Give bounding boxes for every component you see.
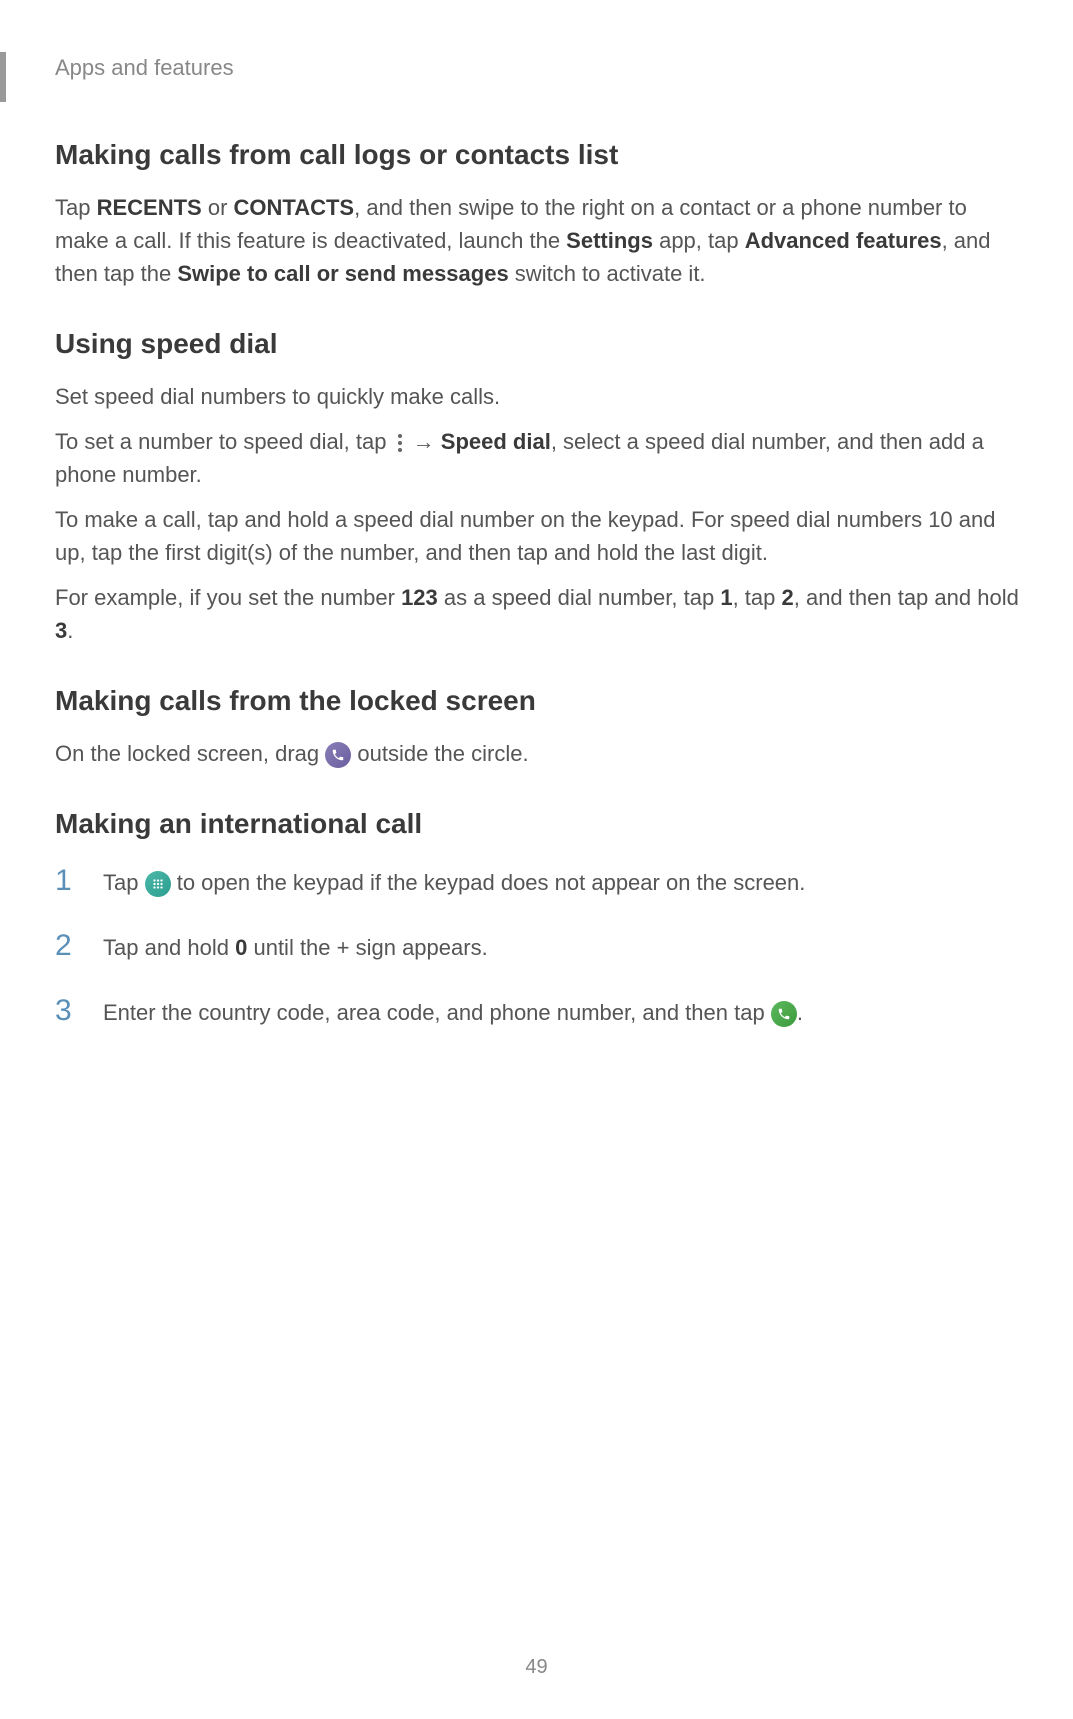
phone-icon bbox=[325, 742, 351, 768]
text: app, tap bbox=[653, 228, 745, 253]
step-2-text: Tap and hold 0 until the + sign appears. bbox=[103, 931, 1023, 964]
bold-2: 2 bbox=[781, 585, 793, 610]
text: Tap and hold bbox=[103, 935, 235, 960]
paragraph-locked-screen: On the locked screen, drag outside the c… bbox=[55, 737, 1023, 770]
heading-speed-dial: Using speed dial bbox=[55, 328, 1023, 360]
paragraph-speed-dial-2: To set a number to speed dial, tap → Spe… bbox=[55, 425, 1023, 491]
keypad-icon bbox=[145, 871, 171, 897]
bold-advanced: Advanced features bbox=[745, 228, 942, 253]
heading-locked-screen: Making calls from the locked screen bbox=[55, 685, 1023, 717]
bold-settings: Settings bbox=[566, 228, 653, 253]
breadcrumb: Apps and features bbox=[55, 55, 1023, 81]
bold-123: 123 bbox=[401, 585, 438, 610]
text: To set a number to speed dial, tap bbox=[55, 429, 393, 454]
heading-international: Making an international call bbox=[55, 808, 1023, 840]
paragraph-speed-dial-4: For example, if you set the number 123 a… bbox=[55, 581, 1023, 647]
steps-list: 1 Tap to open the keypad if the keypad d… bbox=[55, 864, 1023, 1029]
bold-3: 3 bbox=[55, 618, 67, 643]
text: Tap bbox=[103, 870, 145, 895]
text: until the + sign appears. bbox=[247, 935, 487, 960]
step-number-1: 1 bbox=[55, 864, 95, 898]
step-2: 2 Tap and hold 0 until the + sign appear… bbox=[55, 929, 1023, 964]
bold-1: 1 bbox=[720, 585, 732, 610]
text: outside the circle. bbox=[351, 741, 528, 766]
text: as a speed dial number, tap bbox=[438, 585, 721, 610]
text: Tap bbox=[55, 195, 97, 220]
step-number-2: 2 bbox=[55, 929, 95, 963]
step-3: 3 Enter the country code, area code, and… bbox=[55, 994, 1023, 1029]
text: . bbox=[797, 1000, 803, 1025]
text: , tap bbox=[733, 585, 782, 610]
paragraph-speed-dial-3: To make a call, tap and hold a speed dia… bbox=[55, 503, 1023, 569]
side-accent-bar bbox=[0, 52, 6, 102]
call-icon bbox=[771, 1001, 797, 1027]
step-1: 1 Tap to open the keypad if the keypad d… bbox=[55, 864, 1023, 899]
text: For example, if you set the number bbox=[55, 585, 401, 610]
text: Enter the country code, area code, and p… bbox=[103, 1000, 771, 1025]
step-1-text: Tap to open the keypad if the keypad doe… bbox=[103, 866, 1023, 899]
bold-swipe: Swipe to call or send messages bbox=[177, 261, 508, 286]
paragraph-call-logs: Tap RECENTS or CONTACTS, and then swipe … bbox=[55, 191, 1023, 290]
bold-recents: RECENTS bbox=[97, 195, 202, 220]
text: On the locked screen, drag bbox=[55, 741, 325, 766]
step-3-text: Enter the country code, area code, and p… bbox=[103, 996, 1023, 1029]
more-options-icon bbox=[393, 432, 407, 454]
text: or bbox=[202, 195, 234, 220]
bold-0: 0 bbox=[235, 935, 247, 960]
heading-call-logs: Making calls from call logs or contacts … bbox=[55, 139, 1023, 171]
text: . bbox=[67, 618, 73, 643]
paragraph-speed-dial-1: Set speed dial numbers to quickly make c… bbox=[55, 380, 1023, 413]
bold-speed-dial: Speed dial bbox=[441, 429, 551, 454]
page-number: 49 bbox=[525, 1656, 547, 1679]
text: , and then tap and hold bbox=[794, 585, 1019, 610]
text: to open the keypad if the keypad does no… bbox=[171, 870, 806, 895]
bold-contacts: CONTACTS bbox=[234, 195, 355, 220]
step-number-3: 3 bbox=[55, 994, 95, 1028]
arrow: → bbox=[407, 429, 441, 454]
text: switch to activate it. bbox=[509, 261, 706, 286]
